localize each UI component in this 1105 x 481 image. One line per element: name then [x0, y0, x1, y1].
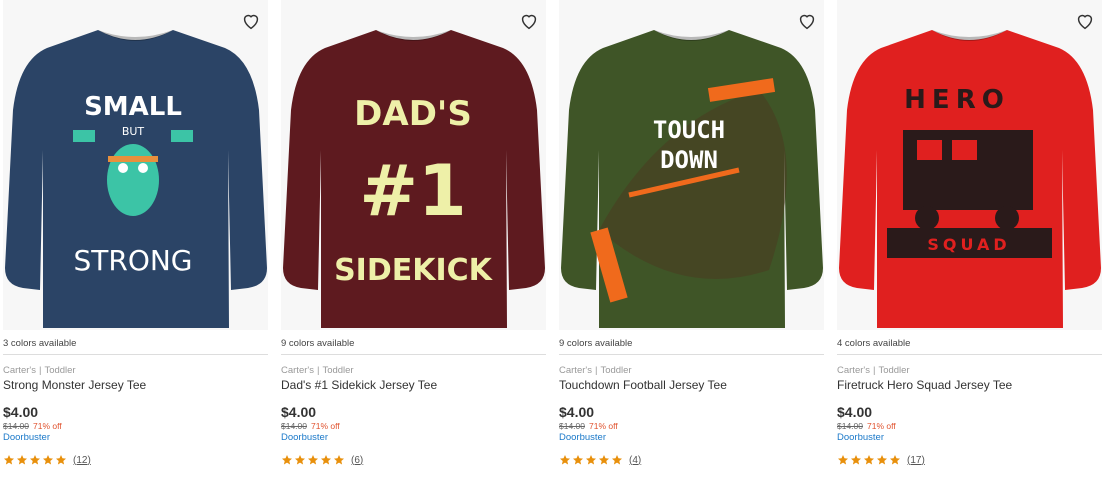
colors-available: 9 colors available	[559, 330, 824, 355]
star-icon	[295, 455, 305, 465]
product-card[interactable]: DAD'S #1 SIDEKICK 9 colors available Car…	[281, 0, 546, 481]
graphic-text-1: DAD'S	[354, 94, 472, 134]
colors-available: 3 colors available	[3, 330, 268, 355]
star-icon	[308, 455, 318, 465]
brand-line: Carter's | Toddler	[3, 365, 76, 376]
graphic-text-2: DOWN	[660, 146, 718, 174]
graphic-text-1: SMALL	[84, 92, 182, 122]
favorite-heart-icon[interactable]	[240, 10, 262, 32]
star-rating	[559, 454, 623, 466]
review-count-link[interactable]: (12)	[73, 455, 91, 466]
shirt-image-firetruck: HERO SQUAD	[839, 30, 1101, 328]
review-count-link[interactable]: (17)	[907, 455, 925, 466]
colors-available: 9 colors available	[281, 330, 546, 355]
product-card[interactable]: SMALL BUT STRONG 3 colors available Cart…	[3, 0, 268, 481]
star-icon	[56, 455, 66, 465]
star-icon	[877, 455, 887, 465]
star-rating	[837, 454, 901, 466]
product-card[interactable]: HERO SQUAD 4 colors available Carter's | T…	[837, 0, 1102, 481]
discount-label: 71% off	[311, 421, 340, 431]
brand-line: Carter's | Toddler	[837, 365, 910, 376]
doorbuster-badge: Doorbuster	[281, 432, 328, 443]
star-icon	[851, 455, 861, 465]
shirt-image-strong-monster: SMALL BUT STRONG	[5, 30, 267, 328]
doorbuster-badge: Doorbuster	[837, 432, 884, 443]
product-grid: SMALL BUT STRONG 3 colors available Cart…	[0, 0, 1105, 481]
star-icon	[334, 455, 344, 465]
discount-label: 71% off	[589, 421, 618, 431]
star-rating	[281, 454, 345, 466]
rating[interactable]: (12)	[3, 453, 268, 467]
star-icon	[612, 455, 622, 465]
sale-price: $4.00	[837, 404, 873, 420]
graphic-text-3: SIDEKICK	[334, 253, 494, 288]
product-image[interactable]: HERO SQUAD	[837, 0, 1102, 330]
graphic-text-3: STRONG	[73, 244, 192, 277]
sale-price: $4.00	[281, 404, 317, 420]
review-count-link[interactable]: (4)	[629, 455, 641, 466]
product-image[interactable]: DAD'S #1 SIDEKICK	[281, 0, 546, 330]
star-icon	[838, 455, 848, 465]
star-icon	[890, 455, 900, 465]
product-name-link[interactable]: Dad's #1 Sidekick Jersey Tee	[281, 378, 546, 392]
product-image[interactable]: SMALL BUT STRONG	[3, 0, 268, 330]
graphic-text-1: HERO	[904, 85, 1010, 115]
star-icon	[282, 455, 292, 465]
product-card[interactable]: TOUCH DOWN 9 colors available Carter's | T…	[559, 0, 824, 481]
doorbuster-badge: Doorbuster	[559, 432, 606, 443]
brand-line: Carter's | Toddler	[559, 365, 632, 376]
original-price: $14.00	[281, 421, 307, 431]
discount-label: 71% off	[33, 421, 62, 431]
star-icon	[321, 455, 331, 465]
graphic-text-2: #1	[359, 150, 466, 232]
star-icon	[17, 455, 27, 465]
sale-price: $4.00	[3, 404, 39, 420]
segment-name: Toddler	[878, 365, 910, 376]
doorbuster-badge: Doorbuster	[3, 432, 50, 443]
favorite-heart-icon[interactable]	[518, 10, 540, 32]
rating[interactable]: (4)	[559, 453, 824, 467]
brand-line: Carter's | Toddler	[281, 365, 354, 376]
sale-price: $4.00	[559, 404, 595, 420]
original-price: $14.00	[837, 421, 863, 431]
brand-name: Carter's	[837, 365, 870, 376]
colors-available: 4 colors available	[837, 330, 1102, 355]
segment-name: Toddler	[600, 365, 632, 376]
star-icon	[4, 455, 14, 465]
product-name-link[interactable]: Strong Monster Jersey Tee	[3, 378, 268, 392]
star-icon	[586, 455, 596, 465]
segment-name: Toddler	[322, 365, 354, 376]
product-name-link[interactable]: Firetruck Hero Squad Jersey Tee	[837, 378, 1102, 392]
original-price-row: $14.00 71% off	[559, 421, 824, 431]
star-icon	[599, 455, 609, 465]
discount-label: 71% off	[867, 421, 896, 431]
brand-name: Carter's	[559, 365, 592, 376]
star-icon	[560, 455, 570, 465]
star-icon	[30, 455, 40, 465]
star-icon	[43, 455, 53, 465]
star-rating	[3, 454, 67, 466]
original-price-row: $14.00 71% off	[3, 421, 268, 431]
brand-name: Carter's	[281, 365, 314, 376]
brand-name: Carter's	[3, 365, 36, 376]
graphic-text-1: TOUCH	[653, 116, 725, 144]
product-image[interactable]: TOUCH DOWN	[559, 0, 824, 330]
original-price-row: $14.00 71% off	[837, 421, 1102, 431]
star-icon	[864, 455, 874, 465]
original-price: $14.00	[3, 421, 29, 431]
original-price: $14.00	[559, 421, 585, 431]
shirt-image-touchdown: TOUCH DOWN	[561, 30, 823, 328]
favorite-heart-icon[interactable]	[1074, 10, 1096, 32]
rating[interactable]: (6)	[281, 453, 546, 467]
shirt-image-dads-sidekick: DAD'S #1 SIDEKICK	[283, 30, 545, 328]
original-price-row: $14.00 71% off	[281, 421, 546, 431]
graphic-text-2: SQUAD	[927, 235, 1010, 254]
rating[interactable]: (17)	[837, 453, 1102, 467]
graphic-text-2: BUT	[122, 125, 145, 138]
review-count-link[interactable]: (6)	[351, 455, 363, 466]
star-icon	[573, 455, 583, 465]
favorite-heart-icon[interactable]	[796, 10, 818, 32]
product-name-link[interactable]: Touchdown Football Jersey Tee	[559, 378, 824, 392]
segment-name: Toddler	[44, 365, 76, 376]
